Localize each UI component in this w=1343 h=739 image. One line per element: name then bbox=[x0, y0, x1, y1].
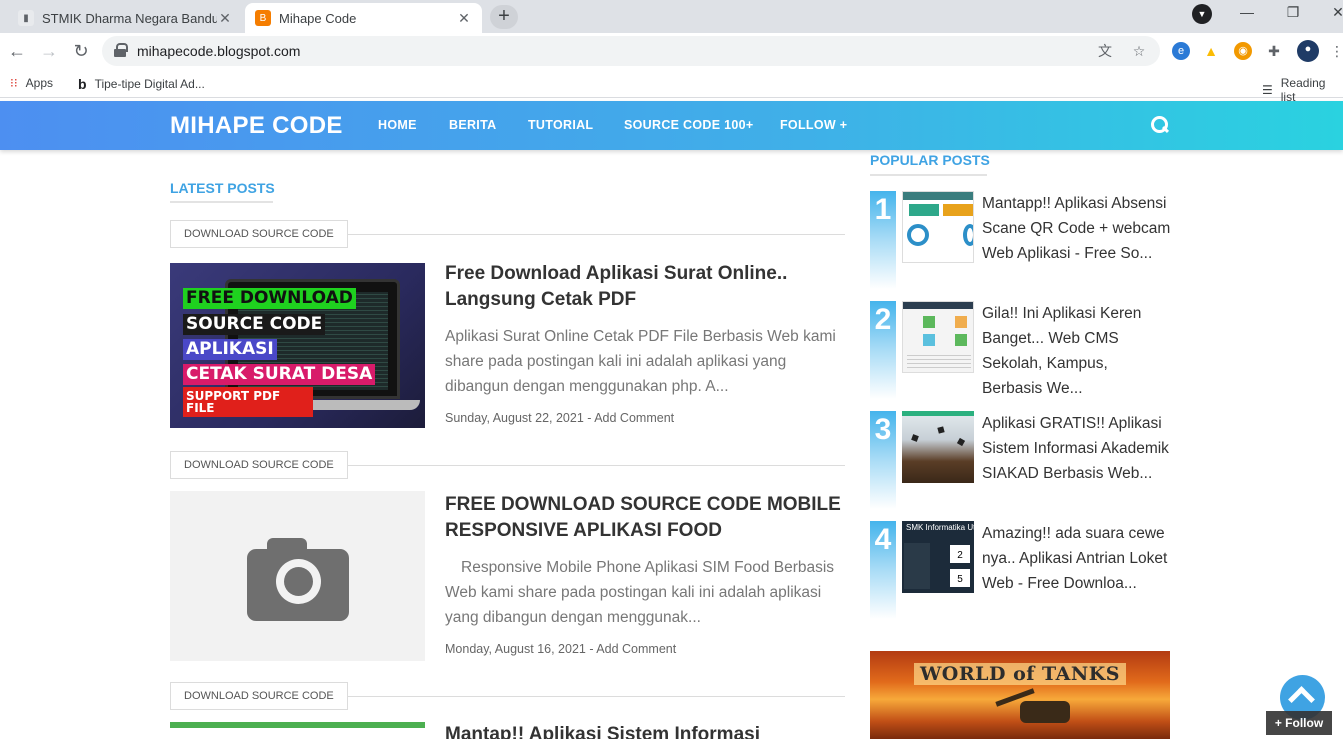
popular-rank: 1 bbox=[870, 191, 896, 289]
address-bar[interactable]: mihapecode.blogspot.com 文 ☆ bbox=[102, 36, 1160, 66]
nav-home[interactable]: HOME bbox=[378, 118, 417, 132]
close-icon[interactable]: ✕ bbox=[217, 10, 233, 27]
blogger-icon: B bbox=[255, 10, 271, 26]
extension-edge-icon[interactable]: e bbox=[1172, 42, 1190, 60]
popular-thumbnail[interactable] bbox=[902, 301, 974, 373]
post-snippet: Aplikasi Surat Online Cetak PDF File Ber… bbox=[445, 328, 836, 395]
site-logo[interactable]: MIHAPE CODE bbox=[170, 112, 343, 140]
post-thumbnail[interactable]: FREE DOWNLOAD SOURCE CODE APLIKASI CETAK… bbox=[170, 263, 425, 428]
popular-posts-title: POPULAR POSTS bbox=[870, 152, 990, 168]
post-label[interactable]: DOWNLOAD SOURCE CODE bbox=[170, 451, 348, 479]
bookmark-label: Tipe-tipe Digital Ad... bbox=[94, 77, 205, 91]
section-underline bbox=[170, 201, 273, 203]
new-tab-button[interactable]: + bbox=[490, 5, 518, 29]
bookmark-digital-ad[interactable]: b Tipe-tipe Digital Ad... bbox=[78, 76, 205, 92]
popular-thumbnail[interactable] bbox=[902, 191, 974, 263]
popular-title[interactable]: Gila!! Ini Aplikasi Keren Banget... Web … bbox=[982, 301, 1172, 401]
post-label[interactable]: DOWNLOAD SOURCE CODE bbox=[170, 682, 348, 710]
popular-thumbnail[interactable] bbox=[902, 411, 974, 483]
nav-source-code[interactable]: SOURCE CODE 100+ bbox=[624, 118, 754, 132]
add-comment-link[interactable]: Add Comment bbox=[594, 411, 674, 425]
back-icon[interactable]: ← bbox=[5, 39, 29, 63]
forward-icon[interactable]: → bbox=[37, 39, 61, 63]
restore-icon[interactable]: ❐ bbox=[1281, 4, 1305, 26]
ad-title: WORLD of TANKS bbox=[870, 663, 1170, 685]
section-underline bbox=[870, 174, 987, 176]
popular-rank: 4 bbox=[870, 521, 896, 619]
follow-button[interactable]: + Follow bbox=[1266, 711, 1332, 735]
ad-banner[interactable]: WORLD of TANKS bbox=[870, 651, 1170, 739]
tab-search-icon[interactable]: ▼ bbox=[1190, 4, 1214, 26]
bookmark-apps[interactable]: ⁝⁝ Apps bbox=[10, 76, 53, 90]
menu-dots-icon[interactable]: ⋮ bbox=[1328, 42, 1343, 60]
page-icon: ▮ bbox=[18, 10, 34, 26]
post-snippet: Responsive Mobile Phone Aplikasi SIM Foo… bbox=[445, 559, 835, 626]
thumb-text: SUPPORT PDF FILE bbox=[183, 387, 313, 417]
popular-title[interactable]: Aplikasi GRATIS!! Aplikasi Sistem Inform… bbox=[982, 411, 1172, 486]
latest-posts-title: LATEST POSTS bbox=[170, 180, 275, 196]
post-label[interactable]: DOWNLOAD SOURCE CODE bbox=[170, 220, 348, 248]
extension-owl-icon[interactable]: ◉ bbox=[1234, 42, 1252, 60]
thumb-text: APLIKASI bbox=[183, 339, 277, 360]
browser-tab-strip: ▮ STMIK Dharma Negara Bandung ✕ B Mihape… bbox=[0, 0, 1343, 33]
camera-lens-inner bbox=[284, 567, 313, 596]
tab-mihape-code[interactable]: B Mihape Code ✕ bbox=[245, 3, 482, 33]
bookmark-label: Apps bbox=[25, 76, 53, 90]
popular-rank: 2 bbox=[870, 301, 896, 399]
translate-icon[interactable]: 文 bbox=[1096, 42, 1114, 60]
post-thumbnail[interactable] bbox=[170, 722, 425, 739]
tab-title: Mihape Code bbox=[279, 10, 357, 26]
post-date: Monday, August 16, 2021 bbox=[445, 642, 586, 656]
bookmarks-bar: ⁝⁝ Apps b Tipe-tipe Digital Ad... ☰ Read… bbox=[0, 69, 1343, 104]
reload-icon[interactable]: ↻ bbox=[69, 39, 93, 63]
close-icon[interactable]: ✕ bbox=[456, 10, 472, 27]
reading-list-icon: ☰ bbox=[1262, 83, 1273, 97]
window-close-icon[interactable]: ✕ bbox=[1326, 4, 1343, 26]
google-drive-icon[interactable]: ▲ bbox=[1202, 42, 1220, 60]
lock-icon bbox=[114, 43, 128, 57]
post-title[interactable]: Free Download Aplikasi Surat Online.. La… bbox=[445, 261, 845, 313]
profile-avatar[interactable]: ● bbox=[1297, 40, 1319, 62]
apps-grid-icon: ⁝⁝ bbox=[10, 76, 18, 90]
post-thumbnail[interactable] bbox=[170, 491, 425, 661]
extensions-puzzle-icon[interactable]: ✚ bbox=[1265, 42, 1283, 60]
post-title[interactable]: Mantap!! Aplikasi Sistem Informasi bbox=[445, 722, 845, 739]
url-text: mihapecode.blogspot.com bbox=[137, 43, 301, 59]
tank-graphic bbox=[1020, 701, 1070, 723]
post-date: Sunday, August 22, 2021 bbox=[445, 411, 584, 425]
thumb-text: FREE DOWNLOAD bbox=[183, 288, 356, 309]
reading-list-label: Reading list bbox=[1280, 76, 1326, 104]
thumb-text: CETAK SURAT DESA bbox=[183, 364, 376, 385]
reading-list-button[interactable]: ☰ Reading list bbox=[1262, 76, 1343, 104]
popular-rank: 3 bbox=[870, 411, 896, 509]
nav-berita[interactable]: BERITA bbox=[449, 118, 496, 132]
ad-title-text: WORLD of TANKS bbox=[913, 663, 1127, 685]
bookmark-b-icon: b bbox=[78, 76, 87, 92]
post-meta: Monday, August 16, 2021 - Add Comment bbox=[445, 642, 676, 656]
popular-thumbnail[interactable]: SMK Informatika Ut 2 5 bbox=[902, 521, 974, 593]
add-comment-link[interactable]: Add Comment bbox=[596, 642, 676, 656]
nav-follow[interactable]: FOLLOW + bbox=[780, 118, 847, 132]
thumb-text: SOURCE CODE bbox=[183, 314, 326, 335]
nav-tutorial[interactable]: TUTORIAL bbox=[528, 118, 593, 132]
post-title[interactable]: FREE DOWNLOAD SOURCE CODE MOBILE RESPONS… bbox=[445, 492, 845, 544]
site-header: MIHAPE CODE HOME BERITA TUTORIAL SOURCE … bbox=[0, 101, 1343, 150]
minimize-icon[interactable]: — bbox=[1235, 4, 1259, 26]
post-meta: Sunday, August 22, 2021 - Add Comment bbox=[445, 411, 674, 425]
tab-stmik[interactable]: ▮ STMIK Dharma Negara Bandung ✕ bbox=[8, 3, 243, 33]
star-icon[interactable]: ☆ bbox=[1130, 42, 1148, 60]
browser-toolbar: ← → ↻ mihapecode.blogspot.com 文 ☆ e ▲ ◉ … bbox=[0, 33, 1343, 69]
popular-title[interactable]: Mantapp!! Aplikasi Absensi Scane QR Code… bbox=[982, 191, 1172, 266]
tab-title: STMIK Dharma Negara Bandung bbox=[42, 10, 217, 26]
popular-title[interactable]: Amazing!! ada suara cewe nya.. Aplikasi … bbox=[982, 521, 1172, 596]
search-icon[interactable] bbox=[1150, 115, 1170, 135]
